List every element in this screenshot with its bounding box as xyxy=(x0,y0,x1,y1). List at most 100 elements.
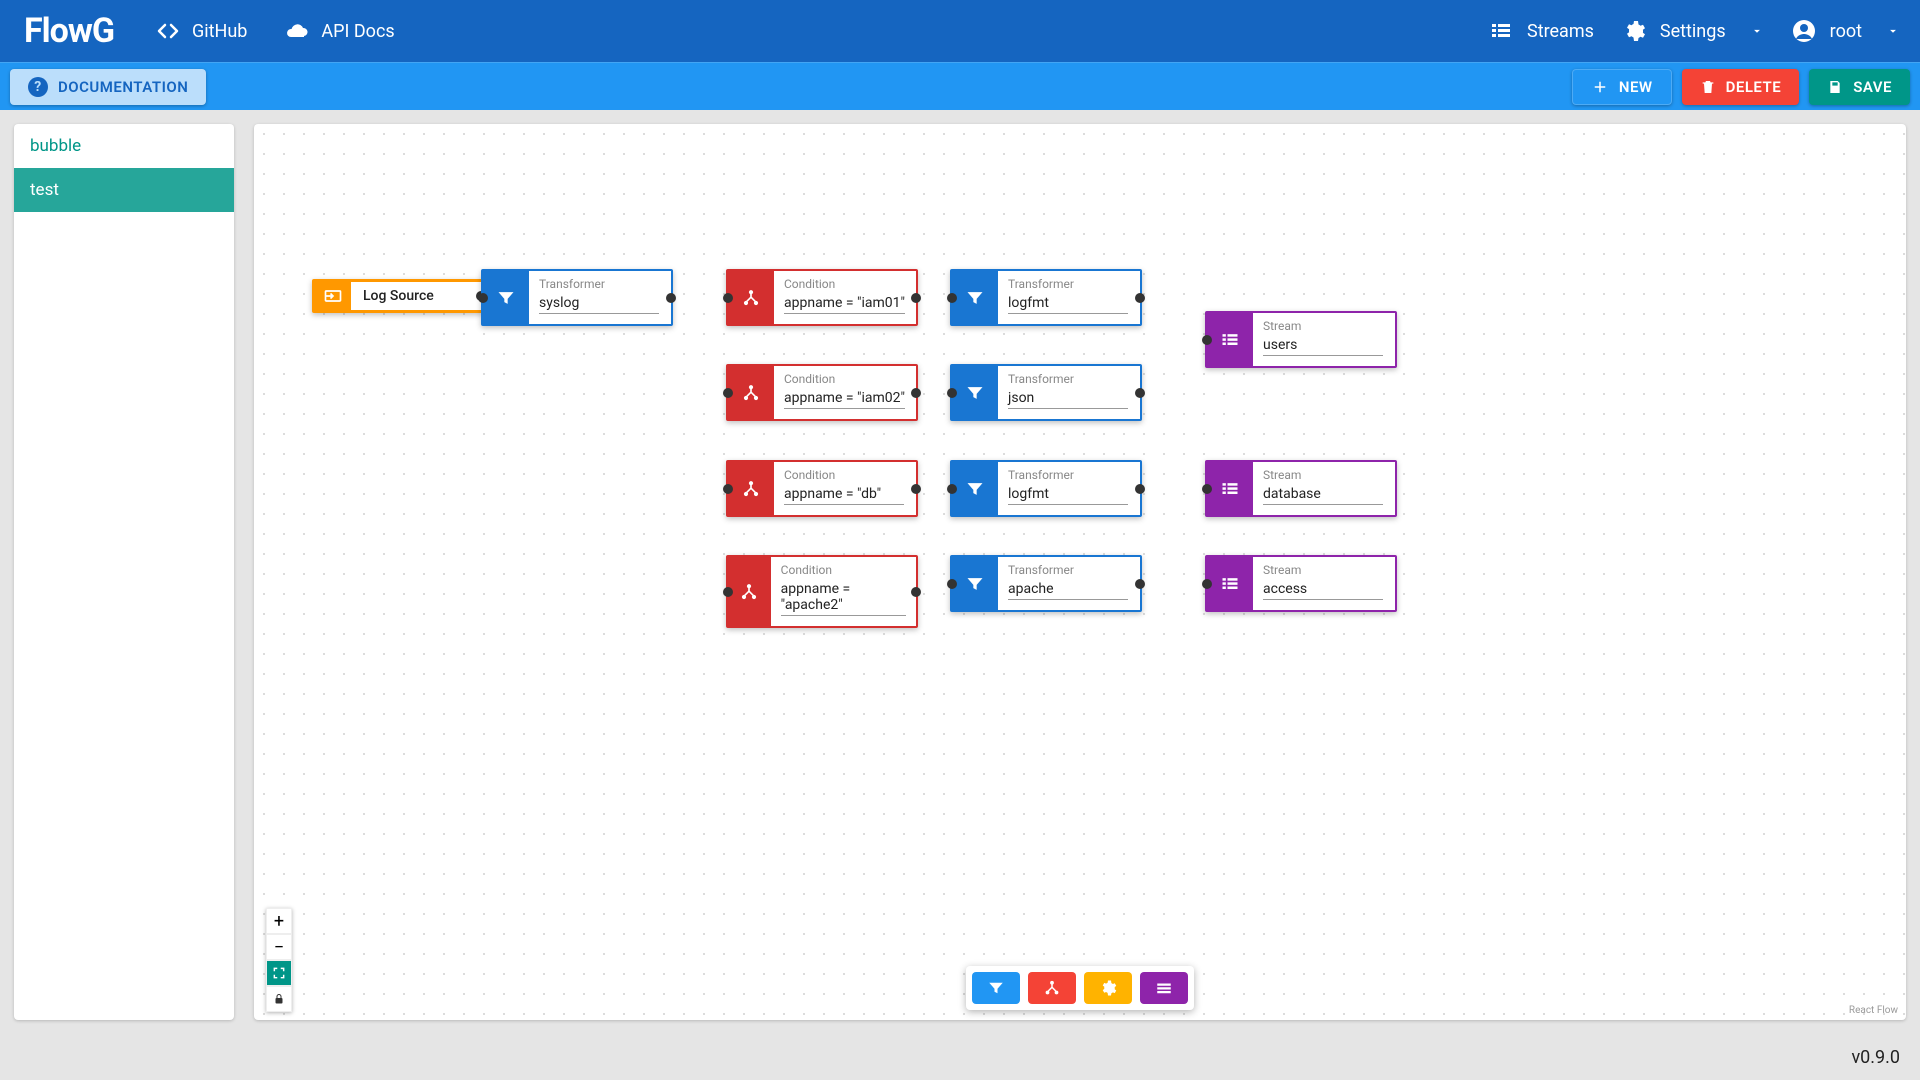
plus-icon xyxy=(1591,78,1609,96)
node-type-label: Condition xyxy=(784,372,905,386)
save-label: SAVE xyxy=(1853,78,1892,96)
streams-icon xyxy=(1489,19,1513,43)
delete-button[interactable]: DELETE xyxy=(1682,69,1800,105)
zoom-out-button[interactable]: − xyxy=(266,934,292,960)
node-value: logfmt xyxy=(1008,291,1128,314)
handle-in[interactable] xyxy=(947,388,957,398)
handle-in[interactable] xyxy=(947,579,957,589)
nav-apidocs-label: API Docs xyxy=(321,21,394,42)
handle-out[interactable] xyxy=(1135,293,1145,303)
documentation-button[interactable]: ? DOCUMENTATION xyxy=(10,69,206,105)
handle-out[interactable] xyxy=(666,293,676,303)
node-type-label: Stream xyxy=(1263,468,1383,482)
nav-github[interactable]: GitHub xyxy=(146,13,257,49)
cloud-icon xyxy=(285,19,309,43)
filter-icon xyxy=(952,366,998,419)
handle-in[interactable] xyxy=(723,293,733,303)
branch-icon xyxy=(728,557,771,626)
handle-out[interactable] xyxy=(1135,484,1145,494)
node-type-label: Transformer xyxy=(1008,563,1128,577)
node-condition-iam02[interactable]: Conditionappname = "iam02" xyxy=(726,364,918,421)
node-condition-iam01[interactable]: Conditionappname = "iam01" xyxy=(726,269,918,326)
lock-button[interactable] xyxy=(266,986,292,1012)
palette-transformer[interactable] xyxy=(972,972,1020,1004)
handle-in[interactable] xyxy=(723,484,733,494)
save-button[interactable]: SAVE xyxy=(1809,69,1910,105)
filter-icon xyxy=(952,557,998,610)
nav-github-label: GitHub xyxy=(192,21,247,42)
node-stream-database[interactable]: Streamdatabase xyxy=(1205,460,1397,517)
documentation-label: DOCUMENTATION xyxy=(58,78,188,96)
node-transformer-logfmt-1[interactable]: Transformerlogfmt xyxy=(950,269,1142,326)
chevron-down-icon xyxy=(1750,24,1764,38)
handle-in[interactable] xyxy=(947,293,957,303)
node-transformer-json[interactable]: Transformerjson xyxy=(950,364,1142,421)
node-value: json xyxy=(1008,386,1128,409)
help-icon: ? xyxy=(28,77,48,97)
branch-icon xyxy=(728,462,774,515)
nav-streams-label: Streams xyxy=(1527,21,1594,42)
sidebar-item-test[interactable]: test xyxy=(14,168,234,212)
node-transformer-syslog[interactable]: Transformersyslog xyxy=(481,269,673,326)
node-log-source[interactable]: Log Source xyxy=(312,279,484,313)
palette-settings[interactable] xyxy=(1084,972,1132,1004)
sidebar: bubble test xyxy=(14,124,234,1020)
handle-out[interactable] xyxy=(911,484,921,494)
node-value: appname = "apache2" xyxy=(781,577,906,616)
node-type-label: Condition xyxy=(781,563,906,577)
save-icon xyxy=(1827,79,1843,95)
handle-in[interactable] xyxy=(1202,335,1212,345)
nav-apidocs[interactable]: API Docs xyxy=(275,13,404,49)
palette-condition[interactable] xyxy=(1028,972,1076,1004)
branch-icon xyxy=(728,366,774,419)
node-type-label: Transformer xyxy=(539,277,659,291)
node-stream-access[interactable]: Streamaccess xyxy=(1205,555,1397,612)
node-transformer-apache[interactable]: Transformerapache xyxy=(950,555,1142,612)
new-button[interactable]: NEW xyxy=(1572,69,1672,105)
handle-out[interactable] xyxy=(1135,579,1145,589)
handle-out[interactable] xyxy=(1135,388,1145,398)
handle-in[interactable] xyxy=(947,484,957,494)
node-value: appname = "iam01" xyxy=(784,291,905,314)
nav-settings[interactable]: Settings xyxy=(1622,19,1764,43)
handle-out[interactable] xyxy=(911,587,921,597)
handle-in[interactable] xyxy=(723,587,733,597)
branch-icon xyxy=(728,271,774,324)
node-palette xyxy=(966,966,1194,1010)
node-value: appname = "db" xyxy=(784,482,904,505)
node-type-label: Stream xyxy=(1263,319,1383,333)
chevron-down-icon xyxy=(1886,24,1900,38)
node-source-label: Log Source xyxy=(363,288,434,304)
node-transformer-logfmt-2[interactable]: Transformerlogfmt xyxy=(950,460,1142,517)
palette-stream[interactable] xyxy=(1140,972,1188,1004)
footer: v0.9.0 xyxy=(0,1034,1920,1080)
node-value: syslog xyxy=(539,291,659,314)
filter-icon xyxy=(483,271,529,324)
nav-user[interactable]: root xyxy=(1792,19,1900,43)
zoom-in-button[interactable]: + xyxy=(266,908,292,934)
filter-icon xyxy=(952,271,998,324)
node-value: database xyxy=(1263,482,1383,505)
flow-canvas[interactable]: Log Source Transformersyslog Conditionap… xyxy=(254,124,1906,1020)
node-condition-apache[interactable]: Conditionappname = "apache2" xyxy=(726,555,918,628)
handle-in[interactable] xyxy=(723,388,733,398)
sidebar-item-bubble[interactable]: bubble xyxy=(14,124,234,168)
handle-in[interactable] xyxy=(478,293,488,303)
main-area: bubble test Log Source xyxy=(0,110,1920,1020)
version-label: v0.9.0 xyxy=(1851,1047,1900,1068)
node-value: access xyxy=(1263,577,1383,600)
handle-out[interactable] xyxy=(911,388,921,398)
handle-in[interactable] xyxy=(1202,579,1212,589)
stream-list-icon xyxy=(1207,313,1253,366)
node-condition-db[interactable]: Conditionappname = "db" xyxy=(726,460,918,517)
trash-icon xyxy=(1700,79,1716,95)
nav-streams[interactable]: Streams xyxy=(1489,19,1594,43)
new-label: NEW xyxy=(1619,78,1653,96)
node-type-label: Transformer xyxy=(1008,277,1128,291)
handle-in[interactable] xyxy=(1202,484,1212,494)
handle-out[interactable] xyxy=(911,293,921,303)
fit-view-button[interactable] xyxy=(266,960,292,986)
logo[interactable]: FlowG xyxy=(10,11,128,51)
react-flow-attribution: React Flow xyxy=(1849,1005,1898,1016)
node-stream-users[interactable]: Streamusers xyxy=(1205,311,1397,368)
